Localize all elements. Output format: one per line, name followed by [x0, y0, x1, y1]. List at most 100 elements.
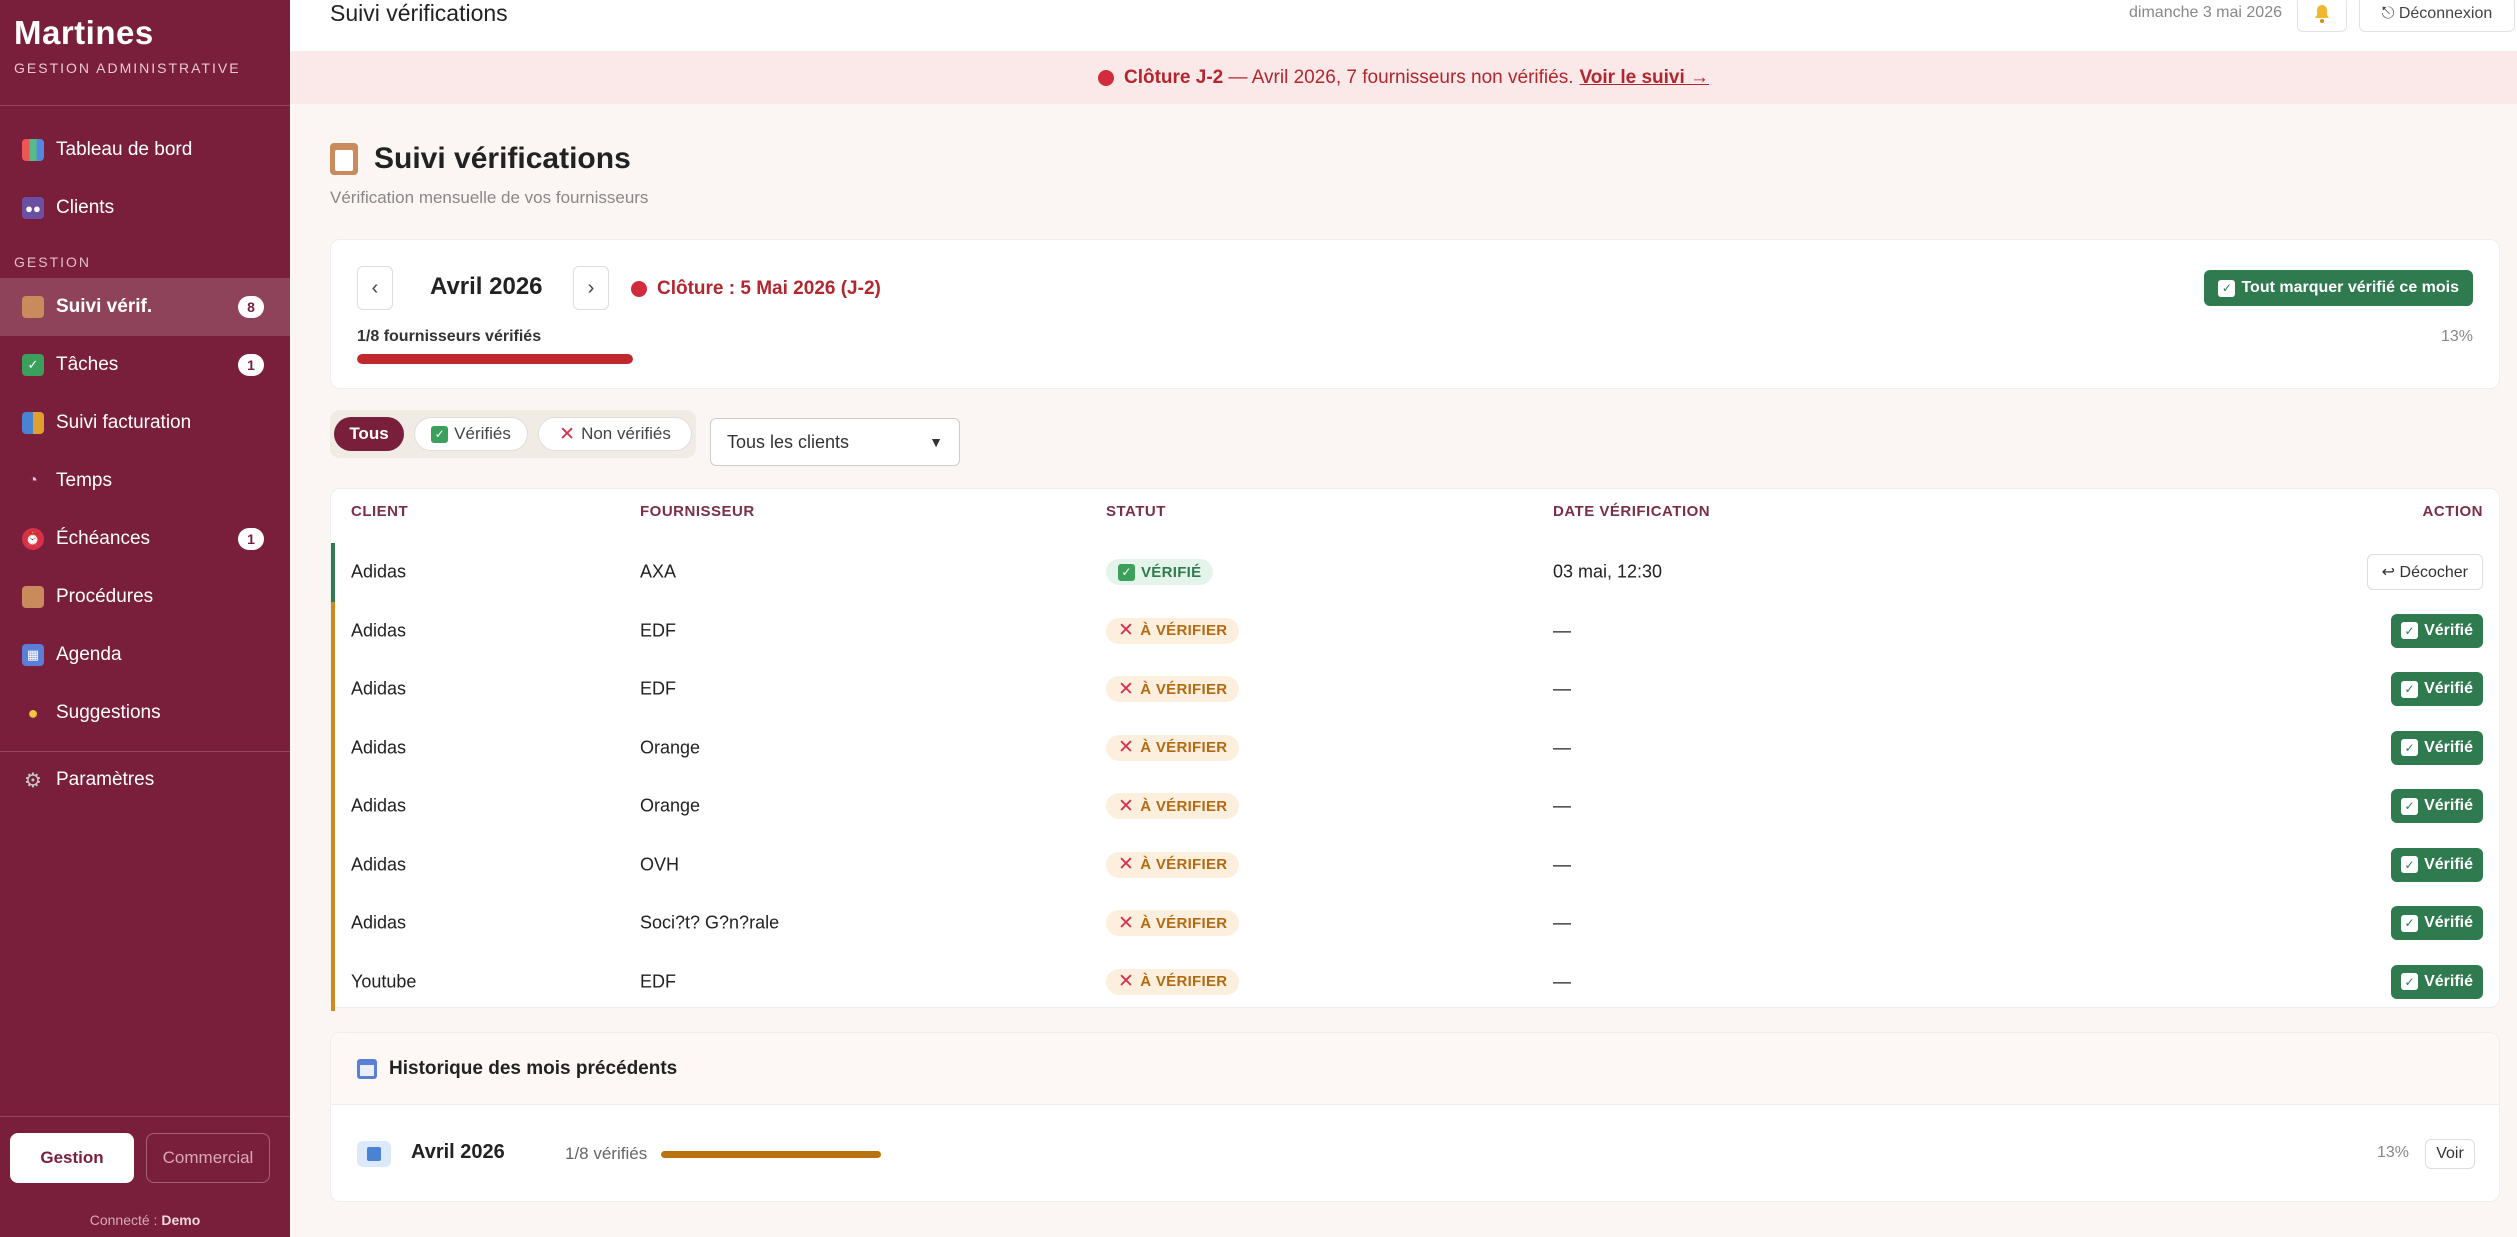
sidebar-item-label: Échéances — [56, 528, 151, 549]
mark-verified-button[interactable]: ✓ Vérifié — [2391, 789, 2483, 824]
cell-status: ✓ VÉRIFIÉ — [1106, 559, 1214, 586]
brand: Martines GESTION ADMINISTRATIVE — [0, 0, 290, 76]
client-select-value: Tous les clients — [727, 431, 850, 452]
current-date: dimanche 3 mai 2026 — [2129, 4, 2282, 21]
view-month-button[interactable]: Voir — [2425, 1139, 2475, 1169]
status-badge: ✕ À VÉRIFIER — [1106, 734, 1240, 761]
cross-icon: ✕ — [1118, 737, 1135, 759]
sidebar-item-tableau-de-bord[interactable]: Tableau de bord — [0, 121, 290, 179]
table-row: Adidas OVH ✕ À VÉRIFIER — ✓ Vérifié — [331, 835, 2499, 894]
sidebar-item-agenda[interactable]: ▦ Agenda — [0, 626, 290, 684]
cell-date: — — [1553, 912, 1571, 933]
sidebar-item-suggestions[interactable]: ● Suggestions — [0, 684, 290, 742]
check-icon: ✓ — [2218, 279, 2236, 297]
next-month-button[interactable]: › — [573, 266, 609, 310]
status-badge: ✕ À VÉRIFIER — [1106, 617, 1240, 644]
cell-client: Youtube — [351, 971, 417, 992]
sidebar-item-parametres[interactable]: ⚙ Paramètres — [0, 751, 290, 809]
cross-icon: ✕ — [1118, 854, 1135, 876]
column-header-action: ACTION — [2422, 503, 2483, 520]
status-badge: ✕ À VÉRIFIER — [1106, 851, 1240, 878]
sidebar-item-label: Suivi facturation — [56, 412, 192, 433]
cell-date: — — [1553, 854, 1571, 875]
mark-all-label: Tout marquer vérifié ce mois — [2241, 279, 2459, 296]
mark-verified-button[interactable]: ✓ Vérifié — [2391, 906, 2483, 941]
topbar-title: Suivi vérifications — [330, 0, 508, 26]
uncheck-button[interactable]: ↩ Décocher — [2366, 554, 2483, 591]
mode-commercial-button[interactable]: Commercial — [146, 1133, 270, 1183]
cell-supplier: AXA — [640, 561, 677, 582]
cell-client: Adidas — [351, 912, 407, 933]
history-header: Historique des mois précédents — [331, 1033, 2499, 1105]
history-progress-fill — [661, 1151, 881, 1158]
invoice-icon — [22, 412, 44, 434]
cell-date: — — [1553, 678, 1571, 699]
history-month: Avril 2026 — [411, 1141, 505, 1163]
cell-supplier: OVH — [640, 854, 680, 875]
alert-link[interactable]: Voir le suivi → — [1580, 67, 1710, 89]
row-indicator — [331, 660, 335, 719]
check-icon: ✓ — [2401, 680, 2419, 698]
closing-date: Clôture : 5 Mai 2026 (J-2) — [631, 278, 881, 300]
sidebar-item-procedures[interactable]: Procédures — [0, 568, 290, 626]
table-row: Adidas AXA ✓ VÉRIFIÉ 03 mai, 12:30 ↩ Déco… — [331, 543, 2499, 602]
month-label: Avril 2026 — [430, 273, 543, 300]
sidebar-item-label: Temps — [56, 470, 112, 491]
connected-prefix: Connecté : — [89, 1212, 158, 1228]
table-row: Youtube EDF ✕ À VÉRIFIER — ✓ Vérifié — [331, 952, 2499, 1011]
mark-verified-button[interactable]: ✓ Vérifié — [2391, 964, 2483, 999]
sidebar-item-echeances[interactable]: ⏰ Échéances 1 — [0, 510, 290, 568]
row-indicator — [331, 835, 335, 894]
clipboard-icon — [330, 143, 358, 175]
logout-button[interactable]: ⎋ Déconnexion — [2359, 0, 2515, 32]
history-count: 1/8 vérifiés — [565, 1144, 648, 1163]
cell-status: ✕ À VÉRIFIER — [1106, 910, 1240, 937]
sidebar-item-clients[interactable]: ●● Clients — [0, 179, 290, 237]
history-title: Historique des mois précédents — [389, 1057, 678, 1079]
cell-status: ✕ À VÉRIFIER — [1106, 793, 1240, 820]
mark-all-verified-button[interactable]: ✓ Tout marquer vérifié ce mois — [2204, 270, 2473, 306]
button-label: Vérifié — [2424, 680, 2473, 698]
mark-verified-button[interactable]: ✓ Vérifié — [2391, 672, 2483, 707]
cell-client: Adidas — [351, 678, 407, 699]
sidebar-item-temps[interactable]: ◔ Temps — [0, 452, 290, 510]
sidebar-item-suivi-facturation[interactable]: Suivi facturation — [0, 394, 290, 452]
cell-status: ✕ À VÉRIFIER — [1106, 968, 1240, 995]
table-row: Adidas Orange ✕ À VÉRIFIER — ✓ Vérifié — [331, 777, 2499, 836]
client-select[interactable]: Tous les clients ▼ — [710, 418, 960, 466]
page-title: Suivi vérifications — [330, 142, 648, 176]
status-text: VÉRIFIÉ — [1141, 563, 1202, 581]
chart-icon — [22, 139, 44, 161]
brand-subtitle: GESTION ADMINISTRATIVE — [14, 60, 241, 76]
cell-date: 03 mai, 12:30 — [1553, 561, 1663, 582]
mark-verified-button[interactable]: ✓ Vérifié — [2391, 613, 2483, 648]
filter-label: Non vérifiés — [581, 424, 671, 443]
filter-verified-tab[interactable]: ✓ Vérifiés — [414, 417, 528, 451]
previous-month-button[interactable]: ‹ — [357, 266, 393, 310]
mark-verified-button[interactable]: ✓ Vérifié — [2391, 847, 2483, 882]
mark-verified-button[interactable]: ✓ Vérifié — [2391, 730, 2483, 765]
cell-supplier: EDF — [640, 620, 676, 641]
cell-client: Adidas — [351, 795, 407, 816]
sidebar-item-taches[interactable]: ✓ Tâches 1 — [0, 336, 290, 394]
count-badge: 1 — [238, 354, 264, 376]
brand-name: Martines — [14, 14, 154, 51]
filter-unverified-tab[interactable]: ✕ Non vérifiés — [538, 417, 692, 451]
cell-status: ✕ À VÉRIFIER — [1106, 734, 1240, 761]
mode-gestion-button[interactable]: Gestion — [10, 1133, 134, 1183]
clipboard-icon — [22, 296, 44, 318]
button-label: Vérifié — [2424, 855, 2473, 873]
cell-status: ✕ À VÉRIFIER — [1106, 617, 1240, 644]
check-icon: ✓ — [2401, 622, 2419, 640]
red-dot-icon — [631, 281, 647, 297]
filter-all-tab[interactable]: Tous — [334, 417, 404, 451]
table-row: Adidas EDF ✕ À VÉRIFIER — ✓ Vérifié — [331, 660, 2499, 719]
sidebar-item-suivi-verif[interactable]: Suivi vérif. 8 — [0, 278, 290, 336]
status-text: À VÉRIFIER — [1140, 914, 1228, 932]
progress-bar — [357, 354, 633, 364]
notifications-button[interactable] — [2297, 0, 2347, 32]
cell-client: Adidas — [351, 561, 407, 582]
cross-icon: ✕ — [1118, 971, 1135, 993]
table-row: Adidas Soci?t? G?n?rale ✕ À VÉRIFIER — ✓ V… — [331, 894, 2499, 953]
column-header-supplier: FOURNISSEUR — [640, 503, 755, 520]
